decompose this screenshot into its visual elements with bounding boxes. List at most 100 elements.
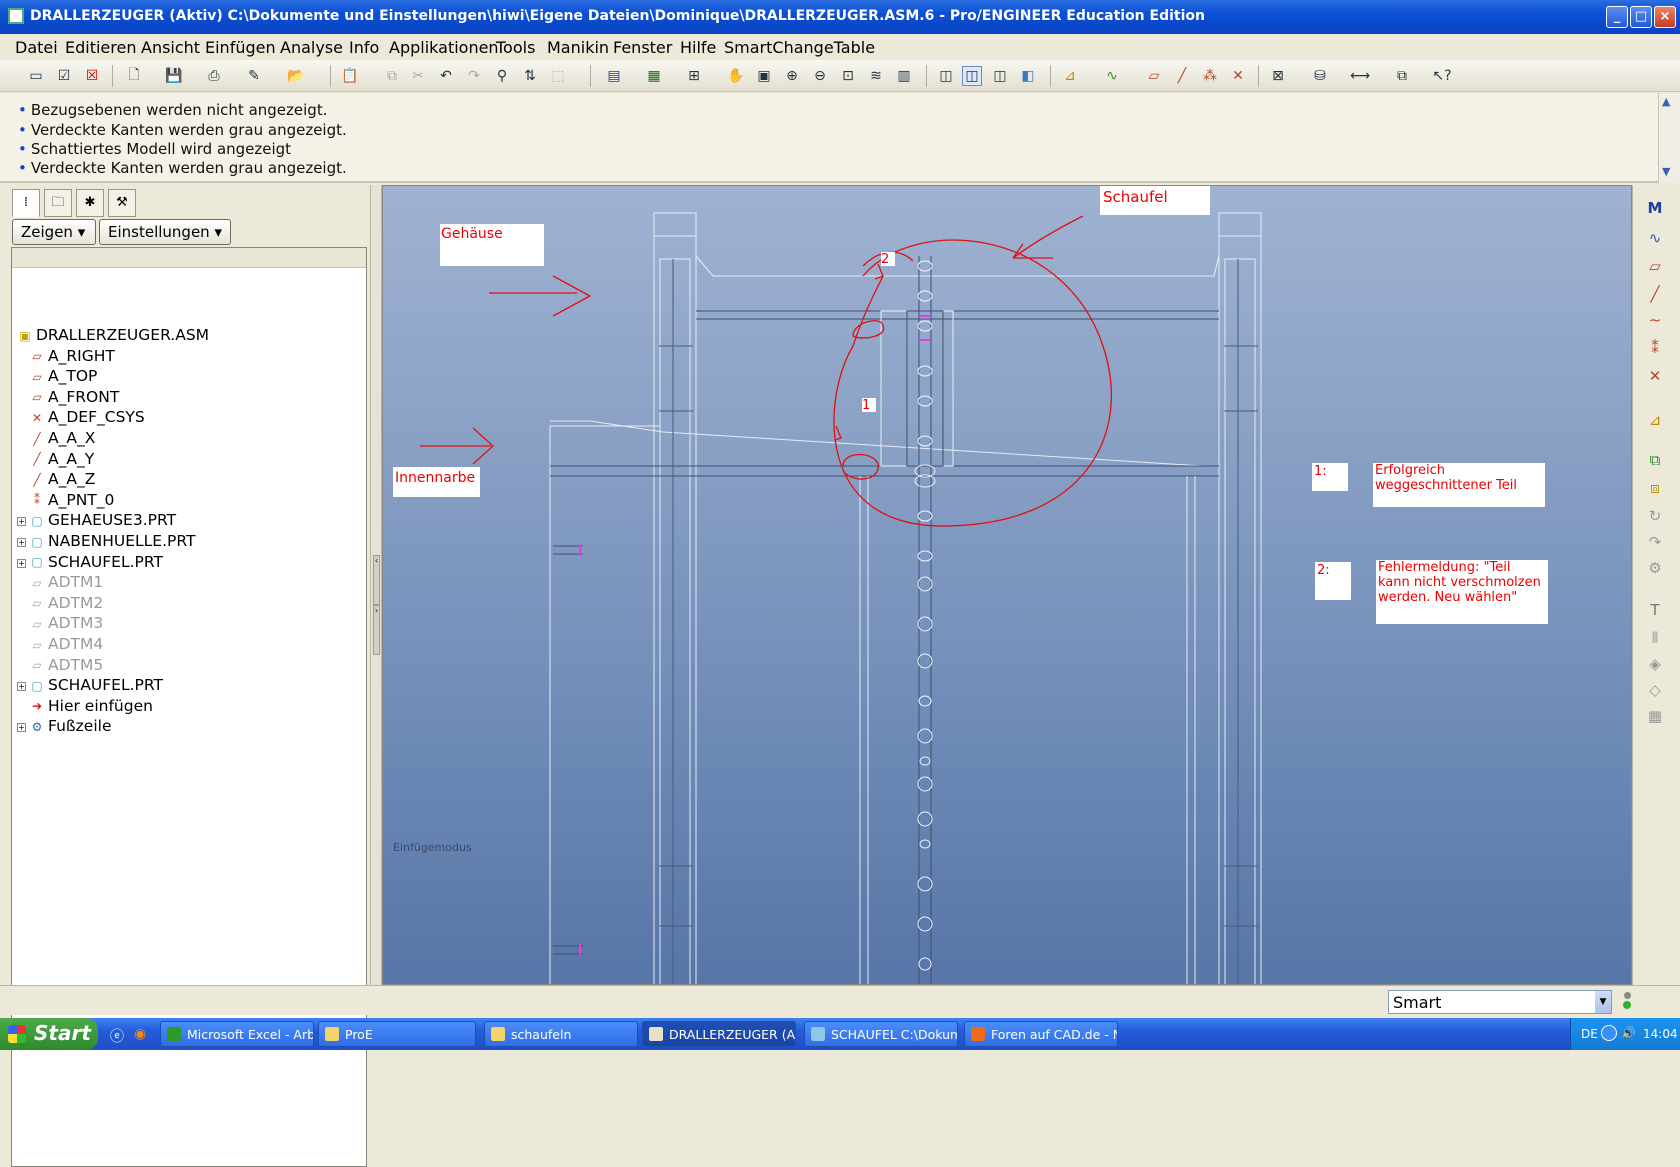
firefox-quicklaunch-icon[interactable]: ◉: [134, 1026, 146, 1042]
scroll-up-icon[interactable]: ▲: [1662, 95, 1670, 108]
drag-component-icon[interactable]: ↻: [1643, 507, 1667, 529]
close-window-icon[interactable]: ⊠: [1268, 66, 1288, 86]
tree-item[interactable]: ▣ DRALLERZEUGER.ASM: [18, 326, 209, 346]
datum-curve-sketch-icon[interactable]: ∿: [1643, 229, 1667, 251]
network-icon[interactable]: [1601, 1025, 1617, 1041]
tab-favorites[interactable]: ✱: [76, 189, 104, 217]
mechanism-icon[interactable]: ⚙: [1643, 559, 1667, 581]
datum-plane-display-icon[interactable]: ▱: [1144, 66, 1164, 86]
message-scrollbar[interactable]: ▲ ▼: [1658, 93, 1680, 183]
show-dropdown[interactable]: Zeigen ▾: [12, 219, 96, 245]
panel-splitter[interactable]: ‹ ›: [370, 185, 382, 985]
tab-connections[interactable]: ⚒: [108, 189, 136, 217]
start-button[interactable]: Start: [0, 1018, 98, 1050]
create-component-icon[interactable]: ⧈: [1643, 479, 1667, 501]
view-manager-icon[interactable]: ⊞: [684, 66, 704, 86]
tree-item[interactable]: ▱ ADTM2: [30, 594, 103, 614]
zoom-out-icon[interactable]: ⊖: [810, 66, 830, 86]
selection-filter[interactable]: Smart ▼: [1388, 990, 1612, 1014]
table-icon[interactable]: ▦: [644, 66, 664, 86]
pan-icon[interactable]: ✋: [726, 66, 746, 86]
new-file-icon[interactable]: 🗋: [124, 66, 144, 86]
tree-item[interactable]: ▱ ADTM5: [30, 656, 103, 676]
task-schaufel[interactable]: SCHAUFEL C:\Dokum...: [804, 1021, 958, 1047]
scroll-down-icon[interactable]: ▼: [1662, 165, 1670, 178]
title-bar[interactable]: DRALLERZEUGER (Aktiv) C:\Dokumente und E…: [0, 0, 1680, 34]
window-new-icon[interactable]: ▭: [26, 66, 46, 86]
menu-hilfe[interactable]: Hilfe: [680, 38, 716, 57]
redo-icon[interactable]: ↷: [464, 66, 484, 86]
expand-icon[interactable]: +: [17, 723, 26, 733]
copy-icon[interactable]: ⧉: [382, 66, 402, 86]
menu-info[interactable]: Info: [349, 38, 379, 57]
selection-icon[interactable]: ⇅: [520, 66, 540, 86]
datum-axis-tool-icon[interactable]: ╱: [1643, 285, 1667, 307]
layers-icon[interactable]: ≋: [866, 66, 886, 86]
merge-icon[interactable]: ◈: [1643, 655, 1667, 677]
collapse-left-icon[interactable]: ‹: [373, 555, 380, 605]
task-drallerzeuger[interactable]: DRALLERZEUGER (Ak...: [642, 1021, 796, 1047]
refit-icon[interactable]: ⊡: [838, 66, 858, 86]
tree-item[interactable]: ➔ Hier einfügen: [30, 697, 153, 717]
tree-item[interactable]: ▱ ADTM4: [30, 635, 103, 655]
hidden-line-icon[interactable]: ◫: [962, 66, 982, 86]
datum-curve-icon[interactable]: ∿: [1102, 66, 1122, 86]
annotation-tool-icon[interactable]: T: [1643, 601, 1667, 623]
minimize-button[interactable]: _: [1606, 6, 1628, 28]
close-button[interactable]: ×: [1654, 6, 1676, 28]
expand-icon[interactable]: +: [17, 682, 26, 692]
graphics-window[interactable]: Gehäuse Schaufel Innennarbe 2 1 1: Erfol…: [382, 185, 1632, 985]
expand-right-icon[interactable]: ›: [373, 605, 380, 655]
mirror-icon[interactable]: ⫴: [1643, 629, 1667, 651]
menu-smartchangetable[interactable]: SmartChangeTable: [724, 38, 875, 57]
chevron-down-icon[interactable]: ▼: [1595, 991, 1611, 1013]
tree-item[interactable]: ▱ ADTM1: [30, 573, 103, 593]
datum-axis-display-icon[interactable]: ╱: [1172, 66, 1192, 86]
dimensions-icon[interactable]: ⟷: [1350, 66, 1370, 86]
menu-fenster[interactable]: Fenster: [613, 38, 672, 57]
datum-display-icon[interactable]: ⊿: [1060, 66, 1080, 86]
menu-ansicht[interactable]: Ansicht: [141, 38, 200, 57]
zoom-in-icon[interactable]: ⊕: [782, 66, 802, 86]
tree-item[interactable]: ▢ NABENHUELLE.PRT: [30, 532, 195, 552]
tab-model-tree[interactable]: ⁞: [12, 189, 40, 217]
assemble-component-icon[interactable]: ⧉: [1643, 451, 1667, 473]
cut-icon[interactable]: ✂: [408, 66, 428, 86]
expand-icon[interactable]: +: [17, 558, 26, 568]
task-schaufeln-folder[interactable]: schaufeln: [484, 1021, 638, 1047]
menu-manikin[interactable]: Manikin: [547, 38, 609, 57]
save-icon[interactable]: 💾: [164, 66, 184, 86]
datum-point-tool-icon[interactable]: ⁑: [1643, 339, 1667, 361]
explode-icon[interactable]: ↷: [1643, 533, 1667, 555]
paste-icon[interactable]: 📋: [340, 66, 360, 86]
print-icon[interactable]: ⎙: [204, 66, 224, 86]
tree-item[interactable]: ╱ A_A_Y: [30, 450, 94, 470]
tree-item[interactable]: ▱ A_FRONT: [30, 388, 119, 408]
menu-editieren[interactable]: Editieren: [65, 38, 136, 57]
tree-item[interactable]: ▱ ADTM3: [30, 614, 103, 634]
wireframe-icon[interactable]: ◫: [936, 66, 956, 86]
repaint-icon[interactable]: ▣: [754, 66, 774, 86]
clock[interactable]: 14:04: [1643, 1027, 1678, 1041]
maximize-button[interactable]: □: [1630, 6, 1652, 28]
tree-item[interactable]: ▢ SCHAUFEL.PRT: [30, 676, 163, 696]
datum-curve-tool-icon[interactable]: ∼: [1643, 311, 1667, 333]
tree-item[interactable]: ⚙ Fußzeile: [30, 717, 112, 737]
expand-icon[interactable]: +: [17, 517, 26, 527]
tree-item[interactable]: ╱ A_A_Z: [30, 470, 95, 490]
open-icon[interactable]: 📂: [286, 66, 306, 86]
settings-dropdown[interactable]: Einstellungen ▾: [99, 219, 231, 245]
task-firefox[interactable]: Foren auf CAD.de - N...: [964, 1021, 1118, 1047]
box-select-icon[interactable]: ⬚: [548, 66, 568, 86]
model-player-icon[interactable]: ⛁: [1310, 66, 1330, 86]
menu-datei[interactable]: Datei: [15, 38, 58, 57]
shading-icon[interactable]: ▤: [604, 66, 624, 86]
no-hidden-icon[interactable]: ◫: [990, 66, 1010, 86]
datum-point-display-icon[interactable]: ⁂: [1200, 66, 1220, 86]
pattern-icon[interactable]: ▦: [1643, 707, 1667, 729]
saved-views-icon[interactable]: ▥: [894, 66, 914, 86]
window-close-icon[interactable]: ☒: [82, 66, 102, 86]
undo-icon[interactable]: ↶: [436, 66, 456, 86]
sketch-icon[interactable]: M: [1643, 199, 1667, 221]
language-indicator[interactable]: DE: [1581, 1027, 1598, 1041]
